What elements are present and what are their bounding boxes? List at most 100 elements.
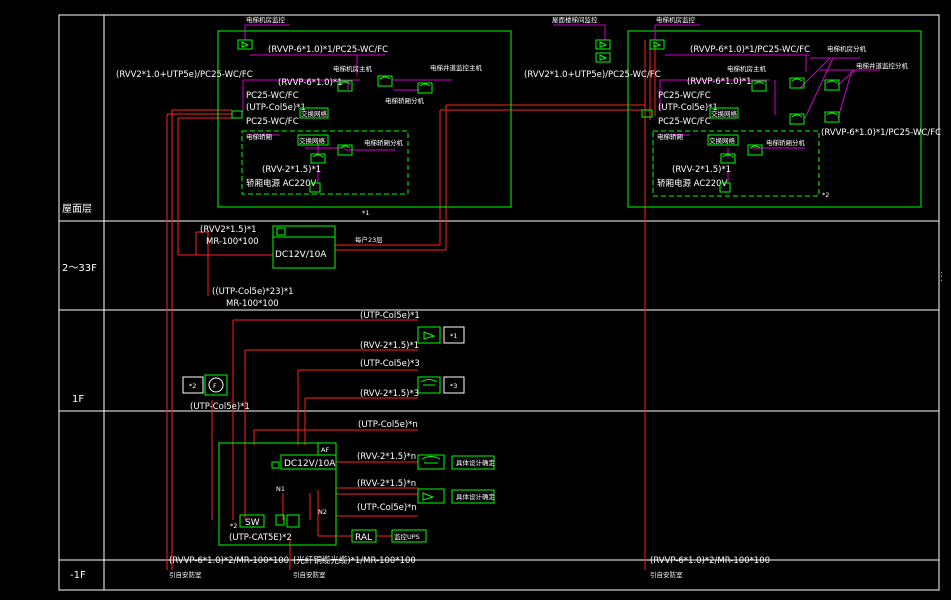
left-camera-icon — [237, 39, 253, 50]
f1-phone-cable: (UTP-Col5e)*1 — [190, 402, 250, 412]
right-inner-switch-label: 交换网络 — [709, 136, 736, 145]
left-car-sub-label: 电梯轿厢分机 — [364, 138, 404, 147]
left-intercom-icon-2 — [377, 75, 393, 87]
f1-feed4-tag: *3 — [450, 382, 457, 390]
control-dev-label-2: 具体设计确定 — [456, 492, 496, 501]
outer-frame — [58, 14, 940, 591]
bottom-mid-cable: (光纤铜缆光缆)*1/MR-100*100 — [293, 555, 416, 566]
control-dev-box-1 — [417, 454, 445, 470]
left-utp: (UTP-Col5e)*1 — [246, 103, 306, 113]
right-utp: (UTP-Col5e)*1 — [658, 103, 718, 113]
floor-label-b1: -1F — [70, 570, 86, 581]
right-conduit-2: PC25-WC/FC — [658, 117, 711, 127]
riser-diagram: 屋面层 2～33F 1F -1F 电梯机房监控 (RVVP-6*1.0)*1/P… — [58, 14, 941, 591]
control-n1-label: N1 — [276, 485, 285, 493]
left-net-switch-icon: 交换网络 — [299, 107, 329, 119]
floor-label-mid: 2～33F — [62, 263, 97, 274]
right-cable-right: (RVVP-6*1.0)*1/PC25-WC/FC — [821, 128, 941, 138]
right-machine-sub-label: 电梯机房分机 — [827, 44, 867, 53]
right-intercom-icon-3 — [824, 79, 840, 91]
right-car-sub-label: 电梯轿厢分机 — [766, 138, 806, 147]
right-note: *2 — [822, 191, 829, 199]
floor-grid — [58, 14, 940, 591]
control-n2-label: N2 — [318, 508, 327, 516]
right-intercom-icon-5 — [824, 111, 840, 123]
mid-cable-mr2: MR-100*100 — [226, 299, 279, 309]
f1-camera-box-1 — [417, 326, 441, 344]
right-shaft-device-label: 电梯井道监控分机 — [856, 61, 909, 70]
f1-feed2-label: (RVV-2*1.5)*1 — [360, 341, 419, 351]
control-out2-label: (RVV-2*1.5)*n — [357, 452, 416, 462]
left-rvv: (RVV-2*1.5)*1 — [262, 165, 321, 175]
control-dev-icon-2 — [422, 492, 435, 501]
left-shaft-device-label: 电梯轿厢分机 — [385, 96, 425, 105]
mid-cable-mr: MR-100*100 — [206, 237, 259, 247]
right-intercom-icon-4 — [789, 113, 805, 125]
right-intercom-icons — [720, 77, 840, 164]
bottom-mid-dest: 引自安防室 — [293, 570, 326, 579]
left-inner-switch-label: 交换网络 — [299, 136, 326, 145]
right-net-switch-label: 交换网络 — [711, 109, 738, 118]
right-cable-main: (RVVP-6*1.0)*1/PC25-WC/FC — [690, 45, 810, 55]
left-intercom-icon-5 — [310, 153, 326, 164]
right-intercom-icon-1 — [751, 80, 767, 92]
left-car-device-label: 电梯井道监控主机 — [430, 63, 483, 72]
right-cable-left: (RVV2*1.0+UTP5e)/PC25-WC/FC — [524, 70, 661, 80]
left-main-machine-label: 电梯机房主机 — [333, 64, 373, 73]
right-intercom-icon-7 — [720, 153, 736, 164]
f1-camera-icon-1 — [423, 331, 436, 340]
control-dev-icon-1 — [421, 456, 441, 464]
left-intercom-icon-3 — [417, 82, 433, 94]
control-ups-label: 监控UPS — [394, 532, 420, 541]
control-nvr-icon-2 — [286, 514, 300, 528]
right-top-label: 屋面楼梯间监控 — [552, 15, 598, 24]
control-switch-tag: *2 — [230, 522, 237, 530]
f1-feed1-label: (UTP-Col5e)*1 — [360, 311, 420, 321]
right-camera-icon-3 — [649, 39, 665, 50]
control-dev-label-1: 具体设计确定 — [456, 458, 496, 467]
mid-power-icon — [276, 227, 286, 236]
left-shaft-area-label: 电梯轿厢 — [246, 132, 273, 141]
control-dc-icon — [271, 461, 280, 469]
left-net-switch-label: 交换网络 — [301, 109, 328, 118]
left-conduit: PC25-WC/FC — [246, 91, 299, 101]
control-switch-label: SW — [245, 518, 260, 528]
right-shaft-area-label: 电梯轿厢 — [657, 132, 684, 141]
f1-phone-tag: *2 — [189, 382, 196, 390]
right-camera-label: 电梯机房监控 — [656, 15, 696, 24]
floor-label-roof: 屋面层 — [62, 203, 92, 215]
f1-phone-symbol: F — [213, 382, 217, 390]
f1-feed1-tag: *1 — [450, 332, 457, 340]
left-junction-icon — [231, 110, 243, 119]
mid-cable-utp: ((UTP-Col5e)*23)*1 — [212, 287, 294, 297]
bottom-right-cable: (RVVP-6*1.0)*2/MR-100*100 — [650, 556, 770, 566]
bottom-right-dest: 引自安防室 — [650, 570, 683, 579]
control-dc-label: DC12V/10A — [284, 459, 336, 469]
right-power: 轿厢电源 AC220V — [657, 178, 728, 189]
scroll-handle[interactable]: · · · — [940, 269, 943, 287]
mid-right-label: 每户23层 — [355, 235, 383, 244]
left-cable-mid: (RVVP-6*1.0)*1 — [278, 78, 343, 88]
floor-label-1f: 1F — [72, 394, 84, 405]
f1-feed4-label: (RVV-2*1.5)*3 — [360, 389, 419, 399]
bottom-left-dest: 引自安防室 — [169, 570, 202, 579]
mid-cable-top: (RVV2*1.5)*1 — [200, 225, 257, 235]
mid-power-box — [272, 225, 336, 269]
right-camera-icon-2 — [595, 52, 611, 63]
control-out1-label: (UTP-Col5e)*n — [358, 420, 418, 430]
right-conduit: PC25-WC/FC — [658, 91, 711, 101]
f1-intercom-icon-2 — [420, 379, 438, 386]
left-cable-main: (RVVP-6*1.0)*1/PC25-WC/FC — [268, 45, 388, 55]
control-out3-label: (RVV-2*1.5)*n — [357, 479, 416, 489]
control-ral-label: RAL — [355, 533, 372, 543]
f1-feed3-label: (UTP-Col5e)*3 — [360, 359, 420, 369]
left-note: *1 — [362, 209, 369, 217]
control-af-label: AF — [321, 446, 329, 454]
control-utp-cat: (UTP-CAT5E)*2 — [229, 533, 292, 543]
right-intercom-icon-6 — [747, 144, 763, 156]
control-out4-label: (UTP-Col5e)*n — [357, 503, 417, 513]
right-camera-icon-1 — [595, 39, 611, 50]
mid-power-label: DC12V/10A — [275, 250, 327, 260]
right-main-machine-label: 电梯机房主机 — [727, 64, 767, 73]
right-cable-mid: (RVVP-6*1.0)*1 — [687, 77, 752, 87]
